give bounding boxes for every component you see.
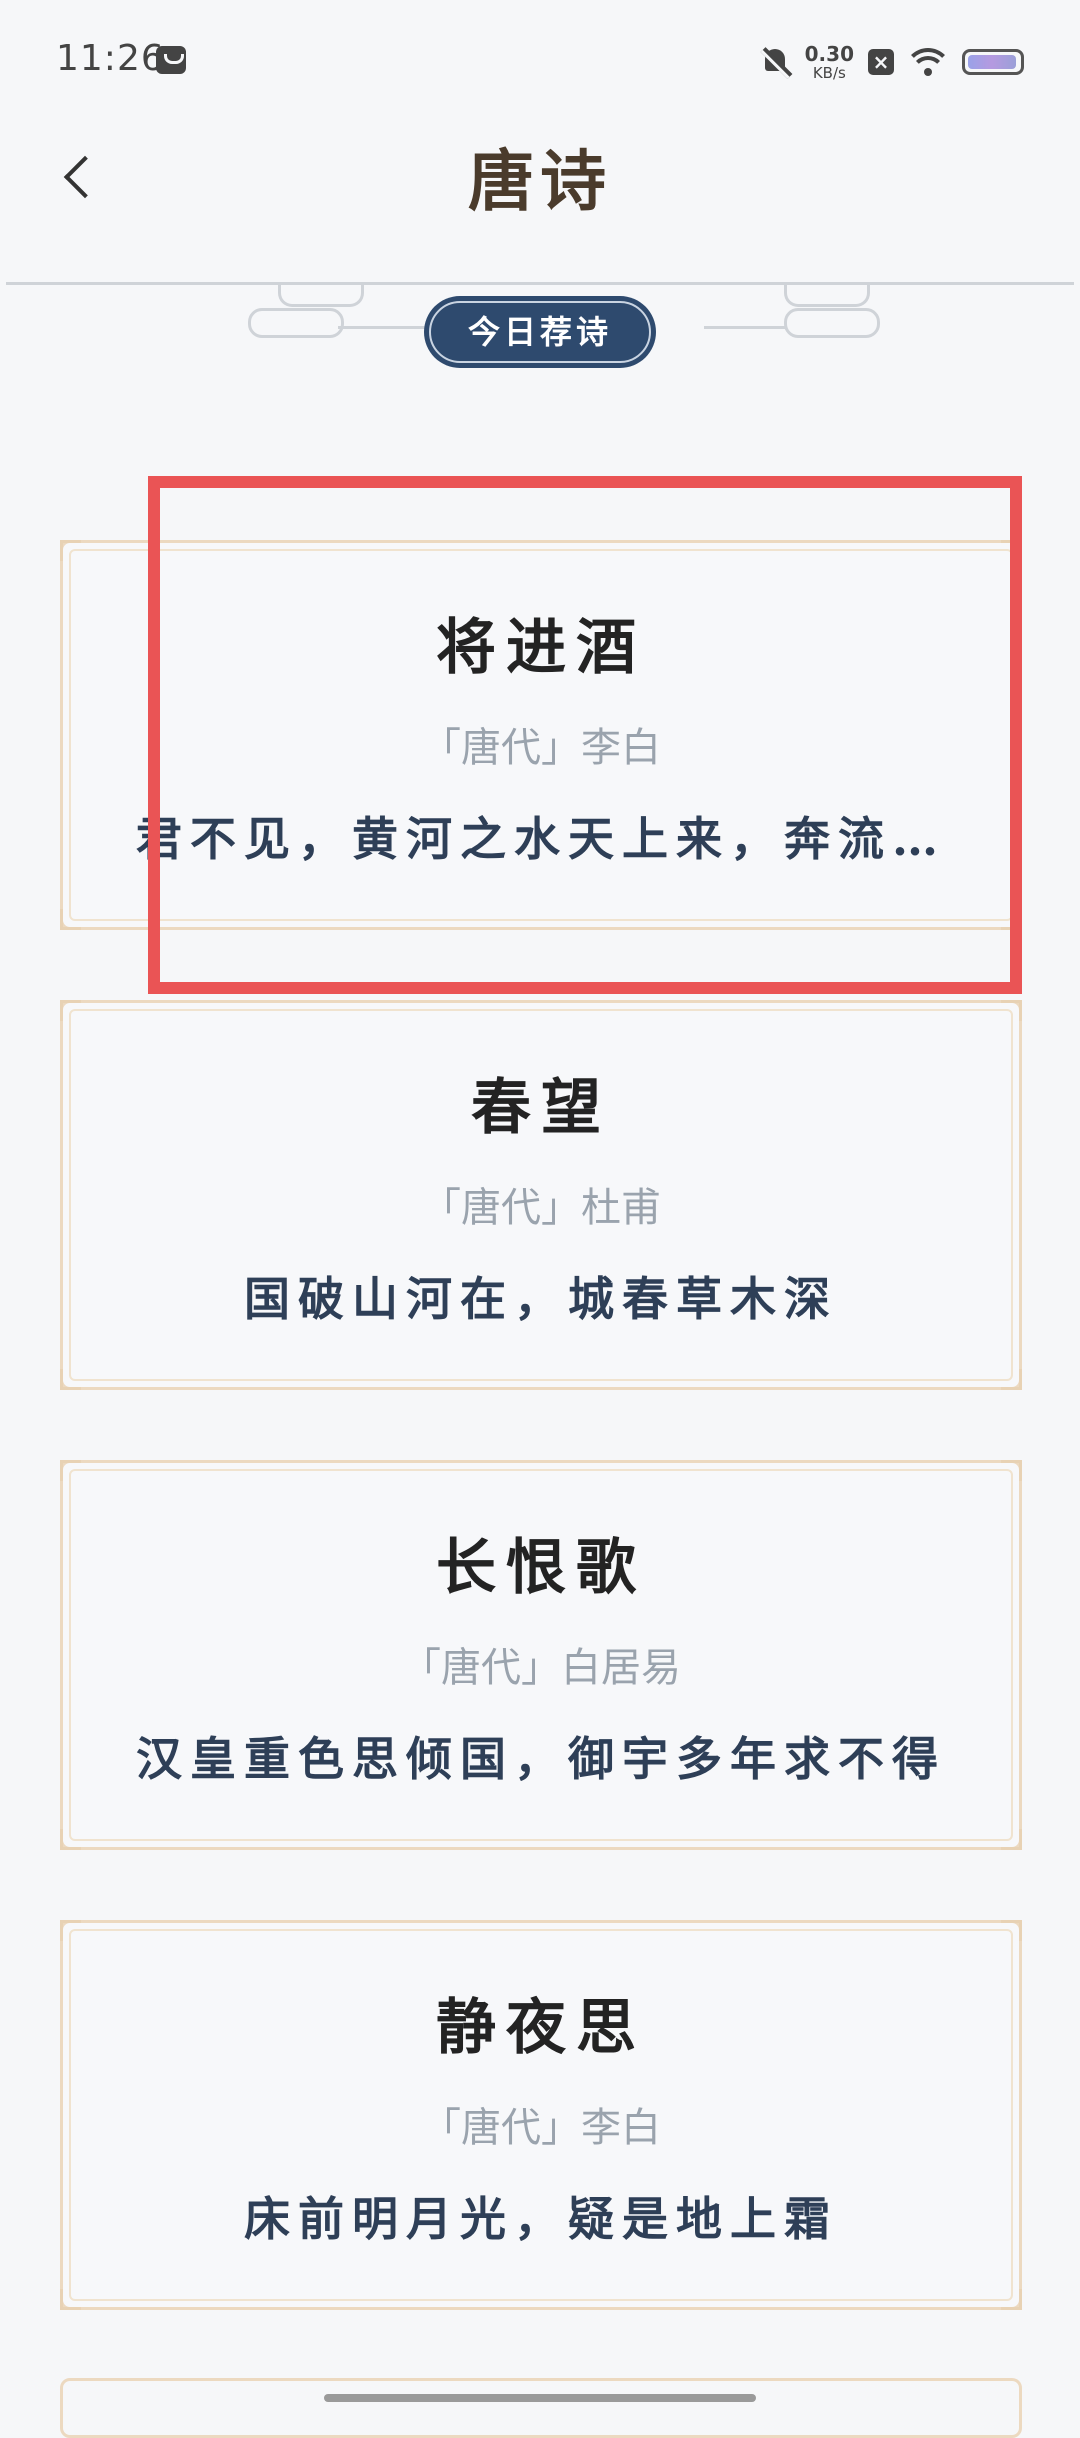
poem-card-partial[interactable] (60, 2378, 1022, 2438)
daily-recommend-label: 今日荐诗 (429, 301, 651, 363)
daily-recommend-badge: 今日荐诗 (424, 296, 656, 368)
status-time: 11:26 (56, 38, 165, 79)
poem-first-line: 汉皇重色思倾国，御宇多年求不得 (136, 1732, 946, 1786)
poem-first-line: 国破山河在，城春草木深 (244, 1272, 838, 1326)
status-icons: 0.30 KB/s × (759, 40, 1024, 84)
status-bar: 11:26 0.30 KB/s × (0, 0, 1080, 120)
network-speed: 0.30 KB/s (805, 44, 854, 81)
poem-first-line: 床前明月光，疑是地上霜 (244, 2192, 838, 2246)
poem-title: 春望 (471, 1073, 611, 1143)
poem-card[interactable]: 静夜思 「唐代」李白 床前明月光，疑是地上霜 (60, 1920, 1022, 2310)
network-speed-unit: KB/s (812, 63, 846, 82)
poem-author: 「唐代」杜甫 (421, 1185, 661, 1231)
header-divider (6, 282, 1074, 285)
wifi-icon (908, 46, 948, 78)
notification-icon (156, 46, 186, 74)
page-title: 唐诗 (468, 142, 612, 220)
network-speed-value: 0.30 (804, 41, 854, 66)
home-indicator[interactable] (324, 2394, 756, 2402)
poem-card[interactable]: 春望 「唐代」杜甫 国破山河在，城春草木深 (60, 1000, 1022, 1390)
battery-icon (962, 49, 1024, 75)
poem-card[interactable]: 长恨歌 「唐代」白居易 汉皇重色思倾国，御宇多年求不得 (60, 1460, 1022, 1850)
bell-off-icon (759, 46, 793, 79)
poem-author: 「唐代」李白 (421, 2105, 661, 2151)
close-box-icon: × (868, 49, 894, 75)
poem-title: 长恨歌 (436, 1533, 646, 1603)
cloud-ornament-right-icon (704, 282, 880, 342)
cloud-ornament-left-icon (248, 282, 428, 342)
poem-title: 静夜思 (436, 1993, 646, 2063)
highlight-box (148, 476, 1022, 994)
poem-author: 「唐代」白居易 (401, 1645, 681, 1691)
